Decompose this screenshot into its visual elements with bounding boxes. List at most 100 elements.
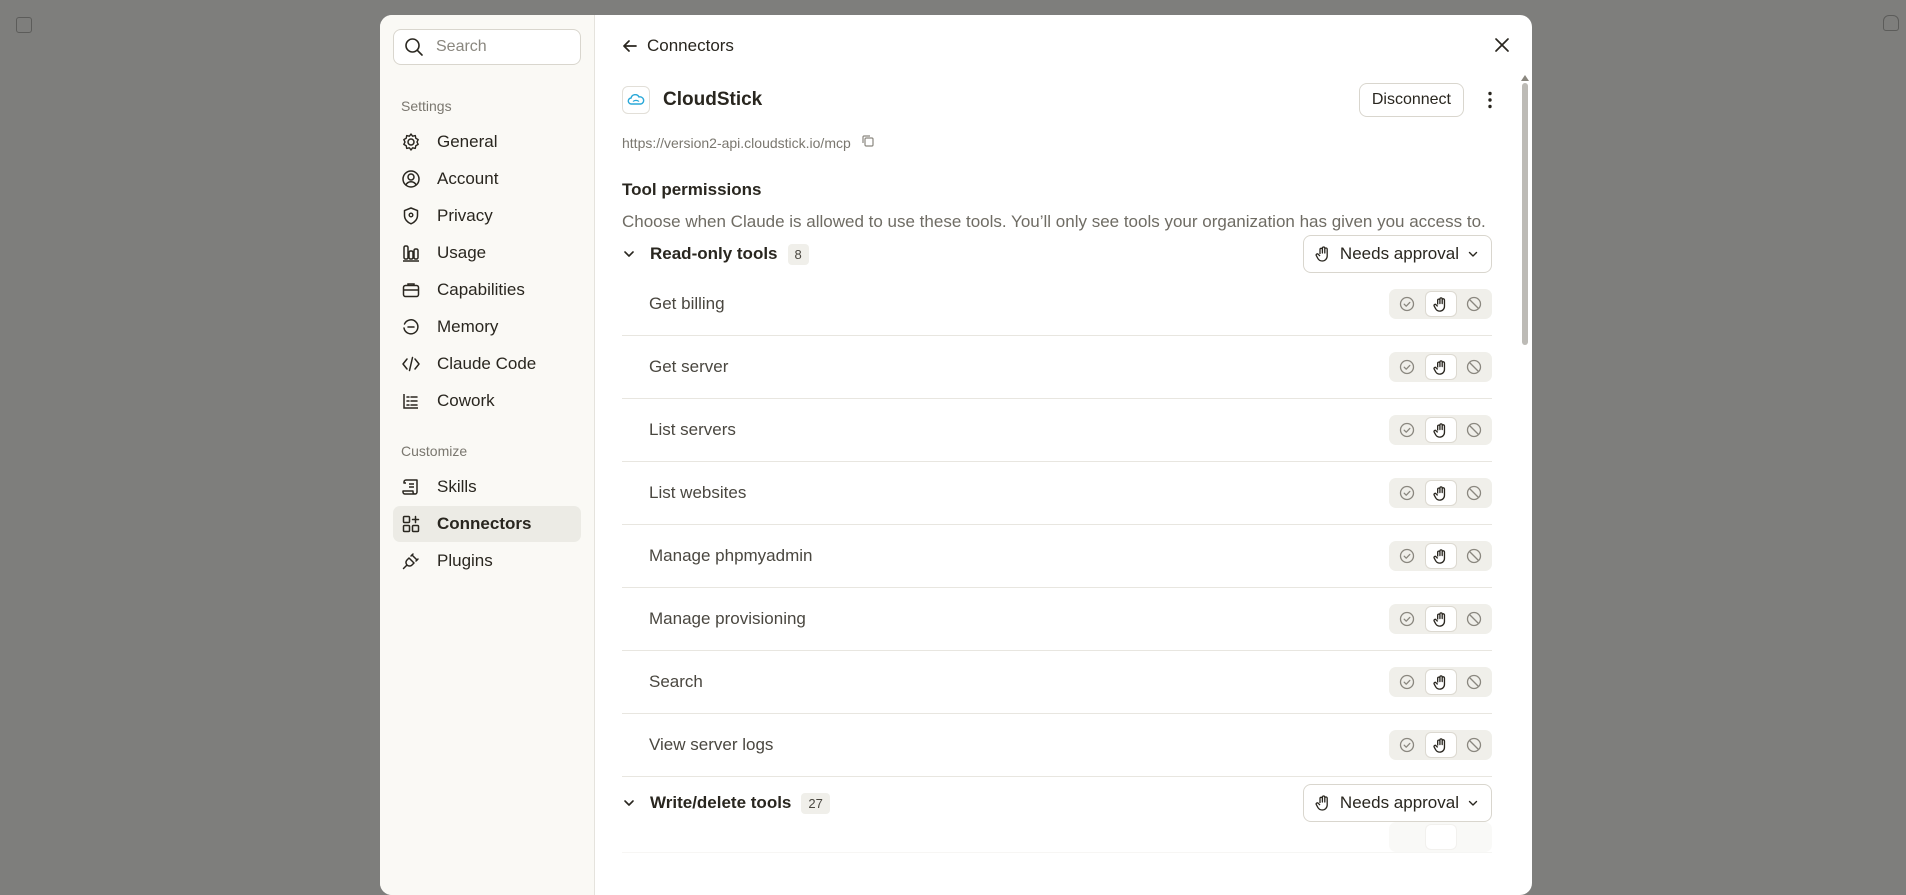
- group-title: Write/delete tools: [650, 793, 792, 812]
- sidebar-item-account[interactable]: Account: [393, 161, 581, 197]
- code-icon: [401, 354, 421, 374]
- shield-icon: [401, 206, 421, 226]
- search-field[interactable]: [393, 29, 581, 65]
- sidebar-item-cowork[interactable]: Cowork: [393, 383, 581, 419]
- scroll-up-arrow[interactable]: [1521, 75, 1529, 81]
- hand-icon[interactable]: [1425, 355, 1456, 379]
- sidebar-item-general[interactable]: General: [393, 124, 581, 160]
- block-icon[interactable]: [1459, 670, 1489, 694]
- connector-url-row: https://version2-api.cloudstick.io/mcp: [622, 134, 1492, 151]
- chevron-down-icon: [1468, 251, 1478, 257]
- hand-icon: [1315, 246, 1328, 262]
- block-icon[interactable]: [1459, 481, 1489, 505]
- table-row: Manage provisioning: [622, 588, 1492, 651]
- sidebar-item-label: Usage: [437, 243, 487, 262]
- allow-icon[interactable]: [1392, 607, 1422, 631]
- back-button[interactable]: Connectors: [621, 36, 734, 56]
- chevron-down-icon[interactable]: [622, 796, 640, 810]
- allow-icon[interactable]: [1392, 418, 1422, 442]
- table-row: View server logs: [622, 714, 1492, 777]
- block-icon[interactable]: [1459, 733, 1489, 757]
- group-approval-dropdown[interactable]: Needs approval: [1302, 235, 1492, 273]
- block-icon[interactable]: [1459, 825, 1489, 849]
- sidebar-item-label: Account: [437, 169, 499, 188]
- panel-header: Connectors: [595, 15, 1532, 77]
- write-delete-group-header: Write/delete tools 27 Needs approval: [622, 784, 1492, 822]
- disconnect-button[interactable]: Disconnect: [1358, 83, 1464, 117]
- block-icon[interactable]: [1459, 418, 1489, 442]
- plug-icon: [401, 551, 421, 571]
- sidebar-item-connectors[interactable]: Connectors: [393, 506, 581, 542]
- cloudstick-logo: [622, 86, 650, 114]
- permission-toggle[interactable]: [1389, 541, 1492, 571]
- more-options-button[interactable]: [1476, 83, 1504, 117]
- table-row: Manage phpmyadmin: [622, 525, 1492, 588]
- connector-url: https://version2-api.cloudstick.io/mcp: [622, 134, 851, 151]
- hand-icon[interactable]: [1425, 544, 1456, 568]
- bell-icon[interactable]: [1883, 15, 1899, 31]
- permission-toggle[interactable]: [1389, 352, 1492, 382]
- sidebar-item-skills[interactable]: Skills: [393, 469, 581, 505]
- briefcase-icon: [401, 280, 421, 300]
- approval-label: Needs approval: [1339, 793, 1459, 812]
- allow-icon[interactable]: [1392, 670, 1422, 694]
- allow-icon[interactable]: [1392, 292, 1422, 316]
- block-icon[interactable]: [1459, 607, 1489, 631]
- sidebar-item-capabilities[interactable]: Capabilities: [393, 272, 581, 308]
- sidebar-item-privacy[interactable]: Privacy: [393, 198, 581, 234]
- allow-icon[interactable]: [1392, 481, 1422, 505]
- sidebar-toggle-icon[interactable]: [16, 17, 32, 33]
- history-icon: [401, 317, 421, 337]
- block-icon[interactable]: [1459, 355, 1489, 379]
- hand-icon[interactable]: [1425, 607, 1456, 631]
- hand-icon[interactable]: [1425, 481, 1456, 505]
- group-approval-dropdown[interactable]: Needs approval: [1302, 784, 1492, 822]
- scrollbar-thumb[interactable]: [1522, 83, 1528, 345]
- close-button[interactable]: [1494, 37, 1510, 58]
- sidebar-item-usage[interactable]: Usage: [393, 235, 581, 271]
- block-icon[interactable]: [1459, 292, 1489, 316]
- user-circle-icon: [401, 169, 421, 189]
- checklist-icon: [401, 391, 421, 411]
- group-title: Read-only tools: [650, 244, 778, 263]
- back-label: Connectors: [647, 36, 734, 55]
- hand-icon[interactable]: [1425, 418, 1456, 442]
- copy-icon[interactable]: [861, 134, 875, 151]
- sidebar-item-label: Memory: [437, 317, 499, 336]
- permission-toggle[interactable]: [1389, 604, 1492, 634]
- allow-icon[interactable]: [1392, 544, 1422, 568]
- read-only-tool-list: Get billing Get server List servers List we…: [622, 273, 1492, 777]
- count-badge: 27: [801, 792, 830, 814]
- permission-toggle[interactable]: [1389, 667, 1492, 697]
- hand-icon[interactable]: [1425, 733, 1456, 757]
- allow-icon[interactable]: [1392, 825, 1422, 849]
- hand-icon: [1315, 795, 1328, 811]
- sidebar-item-plugins[interactable]: Plugins: [393, 543, 581, 579]
- tool-name: View server logs: [649, 735, 774, 754]
- permission-toggle[interactable]: [1389, 289, 1492, 319]
- permission-toggle[interactable]: [1389, 415, 1492, 445]
- permission-toggle[interactable]: [1389, 822, 1492, 852]
- chevron-down-icon[interactable]: [622, 247, 640, 261]
- hand-icon[interactable]: [1425, 825, 1456, 849]
- gear-icon: [401, 132, 421, 152]
- permission-toggle[interactable]: [1389, 730, 1492, 760]
- tool-name: Manage phpmyadmin: [649, 546, 813, 565]
- sidebar-item-memory[interactable]: Memory: [393, 309, 581, 345]
- read-only-group-header: Read-only tools 8 Needs approval: [622, 235, 1492, 273]
- permission-toggle[interactable]: [1389, 478, 1492, 508]
- search-input[interactable]: [434, 37, 578, 57]
- table-row: [622, 822, 1492, 853]
- tool-name: Search: [649, 672, 703, 691]
- sidebar-item-claude-code[interactable]: Claude Code: [393, 346, 581, 382]
- allow-icon[interactable]: [1392, 355, 1422, 379]
- allow-icon[interactable]: [1392, 733, 1422, 757]
- connector-detail-panel: Connectors CloudStick Disconnect https:/…: [595, 15, 1532, 895]
- hand-icon[interactable]: [1425, 292, 1456, 316]
- search-icon: [405, 38, 423, 56]
- settings-modal: Settings General Account Privacy Usage C…: [380, 15, 1532, 895]
- hand-icon[interactable]: [1425, 670, 1456, 694]
- tool-name: List servers: [649, 420, 736, 439]
- block-icon[interactable]: [1459, 544, 1489, 568]
- sidebar-item-label: Cowork: [437, 391, 495, 410]
